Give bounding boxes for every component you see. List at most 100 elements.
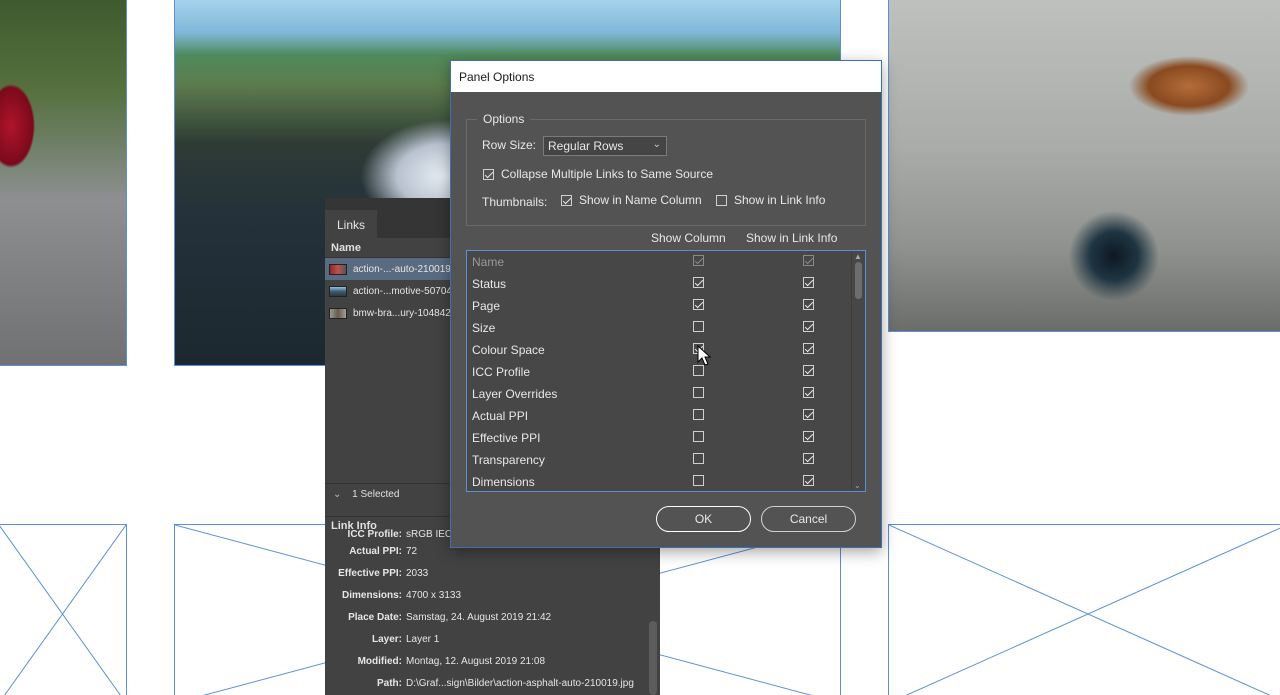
list-item[interactable]: Actual PPI xyxy=(467,405,853,427)
cancel-button[interactable]: Cancel xyxy=(761,506,856,532)
show-in-info-checkbox[interactable] xyxy=(803,343,814,354)
show-column-checkbox[interactable] xyxy=(693,409,704,420)
row-size-select[interactable]: Regular Rows ⌄ xyxy=(543,136,667,156)
selection-count: 1 Selected xyxy=(352,489,400,500)
show-column-checkbox[interactable] xyxy=(693,299,704,310)
empty-frame-left[interactable] xyxy=(0,524,127,695)
link-info-label: Path: xyxy=(377,678,402,689)
link-info-value: Montag, 12. August 2019 21:08 xyxy=(406,656,545,667)
show-in-link-info-header: Show in Link Info xyxy=(746,231,838,245)
link-info-value: Samstag, 24. August 2019 21:42 xyxy=(406,612,552,623)
list-item[interactable]: Page xyxy=(467,295,853,317)
list-scroll-thumb[interactable] xyxy=(855,262,862,299)
collapse-links-label: Collapse Multiple Links to Same Source xyxy=(501,167,714,181)
image-frame-red-car[interactable] xyxy=(0,0,127,366)
link-info-label: Layer: xyxy=(371,634,402,645)
frame-cross-lines xyxy=(889,525,1280,695)
list-item-label: ICC Profile xyxy=(472,365,531,379)
link-info-row: Path: D:\Graf...sign\Bilder\action-aspha… xyxy=(325,673,660,695)
scroll-up-icon[interactable]: ▲ xyxy=(854,252,862,261)
list-item[interactable]: Colour Space xyxy=(467,339,853,361)
options-legend: Options xyxy=(477,112,531,126)
column-options-list: Name Status Page Size Colour Space ICC P… xyxy=(466,250,866,492)
list-item-label: Layer Overrides xyxy=(472,387,558,401)
list-item-label: Name xyxy=(472,255,505,269)
link-info-row: Layer: Layer 1 xyxy=(325,629,660,651)
thumb-link-info-label: Show in Link Info xyxy=(734,193,826,207)
show-column-checkbox[interactable] xyxy=(693,475,704,486)
show-column-checkbox[interactable] xyxy=(693,387,704,398)
link-thumbnail xyxy=(329,307,347,319)
thumb-name-column-checkbox[interactable] xyxy=(561,195,572,206)
list-item-label: Size xyxy=(472,321,496,335)
link-info-label: Actual PPI: xyxy=(349,546,402,557)
list-item-label: Effective PPI xyxy=(472,431,541,445)
row-size-value: Regular Rows xyxy=(548,139,624,153)
list-item[interactable]: Transparency xyxy=(467,449,853,471)
show-in-info-checkbox[interactable] xyxy=(803,409,814,420)
show-in-info-checkbox[interactable] xyxy=(803,475,814,486)
list-item-label: Status xyxy=(472,277,507,291)
list-item-label: Transparency xyxy=(472,453,545,467)
show-column-checkbox[interactable] xyxy=(693,431,704,442)
link-info-value: 4700 x 3133 xyxy=(406,590,462,601)
link-info-label: ICC Profile: xyxy=(347,529,402,540)
show-in-info-checkbox[interactable] xyxy=(803,431,814,442)
list-item[interactable]: ICC Profile xyxy=(467,361,853,383)
link-info-scrollbar[interactable] xyxy=(649,621,657,695)
link-info-value: 72 xyxy=(406,546,418,557)
list-item-label: Actual PPI xyxy=(472,409,529,423)
link-info-row: Effective PPI: 2033 xyxy=(325,563,660,585)
dialog-title[interactable]: Panel Options xyxy=(451,61,881,92)
link-thumbnail xyxy=(329,263,347,275)
list-item[interactable]: Effective PPI xyxy=(467,427,853,449)
chevron-down-icon[interactable]: ⌄ xyxy=(333,489,341,500)
link-info-row: Modified: Montag, 12. August 2019 21:08 xyxy=(325,651,660,673)
indesign-workspace: Links Name action-...-auto-210019. actio… xyxy=(0,0,1280,695)
show-column-checkbox xyxy=(693,255,704,266)
frame-cross-lines xyxy=(0,525,126,695)
link-thumbnail xyxy=(329,285,347,297)
list-item[interactable]: Name xyxy=(467,251,853,273)
show-in-info-checkbox[interactable] xyxy=(803,387,814,398)
thumb-name-column-label: Show in Name Column xyxy=(579,193,702,207)
link-info-value: Layer 1 xyxy=(406,634,440,645)
thumbnails-label: Thumbnails: xyxy=(482,195,548,209)
row-size-label: Row Size: xyxy=(482,138,537,152)
link-info-row: Dimensions: 4700 x 3133 xyxy=(325,585,660,607)
list-scrollbar[interactable]: ▲ ⌄ xyxy=(851,251,865,491)
link-info-value: D:\Graf...sign\Bilder\action-asphalt-aut… xyxy=(406,678,634,689)
ok-button[interactable]: OK xyxy=(656,506,751,532)
thumb-link-info-checkbox[interactable] xyxy=(716,195,727,206)
link-name: bmw-bra...ury-104842 xyxy=(353,307,451,319)
chevron-down-icon: ⌄ xyxy=(652,139,661,150)
show-column-checkbox[interactable] xyxy=(693,277,704,288)
show-in-info-checkbox[interactable] xyxy=(803,321,814,332)
link-info-value: 2033 xyxy=(406,568,429,579)
show-in-info-checkbox[interactable] xyxy=(803,299,814,310)
list-item[interactable]: Layer Overrides xyxy=(467,383,853,405)
list-item-label: Dimensions xyxy=(472,475,535,489)
panel-options-dialog: Panel Options Options Row Size: Regular … xyxy=(450,60,882,548)
image-frame-motorbike[interactable] xyxy=(888,0,1280,332)
mouse-pointer-icon xyxy=(697,345,712,366)
list-item[interactable]: Status xyxy=(467,273,853,295)
scroll-down-icon[interactable]: ⌄ xyxy=(854,481,861,490)
collapse-links-checkbox[interactable] xyxy=(483,169,494,180)
show-in-info-checkbox[interactable] xyxy=(803,277,814,288)
show-column-checkbox[interactable] xyxy=(693,453,704,464)
link-name: action-...motive-50704. xyxy=(353,285,455,297)
empty-frame-right[interactable] xyxy=(888,524,1280,695)
link-info-row: Place Date: Samstag, 24. August 2019 21:… xyxy=(325,607,660,629)
show-in-info-checkbox[interactable] xyxy=(803,365,814,376)
link-name: action-...-auto-210019. xyxy=(353,263,454,275)
link-info-label: Dimensions: xyxy=(341,590,402,601)
tab-links[interactable]: Links xyxy=(325,210,377,238)
options-group: Options Row Size: Regular Rows ⌄ Collaps… xyxy=(466,112,866,226)
link-info-label: Modified: xyxy=(357,656,402,667)
show-column-checkbox[interactable] xyxy=(693,321,704,332)
list-item[interactable]: Dimensions xyxy=(467,471,853,491)
link-info-list: ICC Profile: sRGB IEC... Actual PPI: 72 … xyxy=(325,529,660,695)
show-in-info-checkbox[interactable] xyxy=(803,453,814,464)
list-item[interactable]: Size xyxy=(467,317,853,339)
